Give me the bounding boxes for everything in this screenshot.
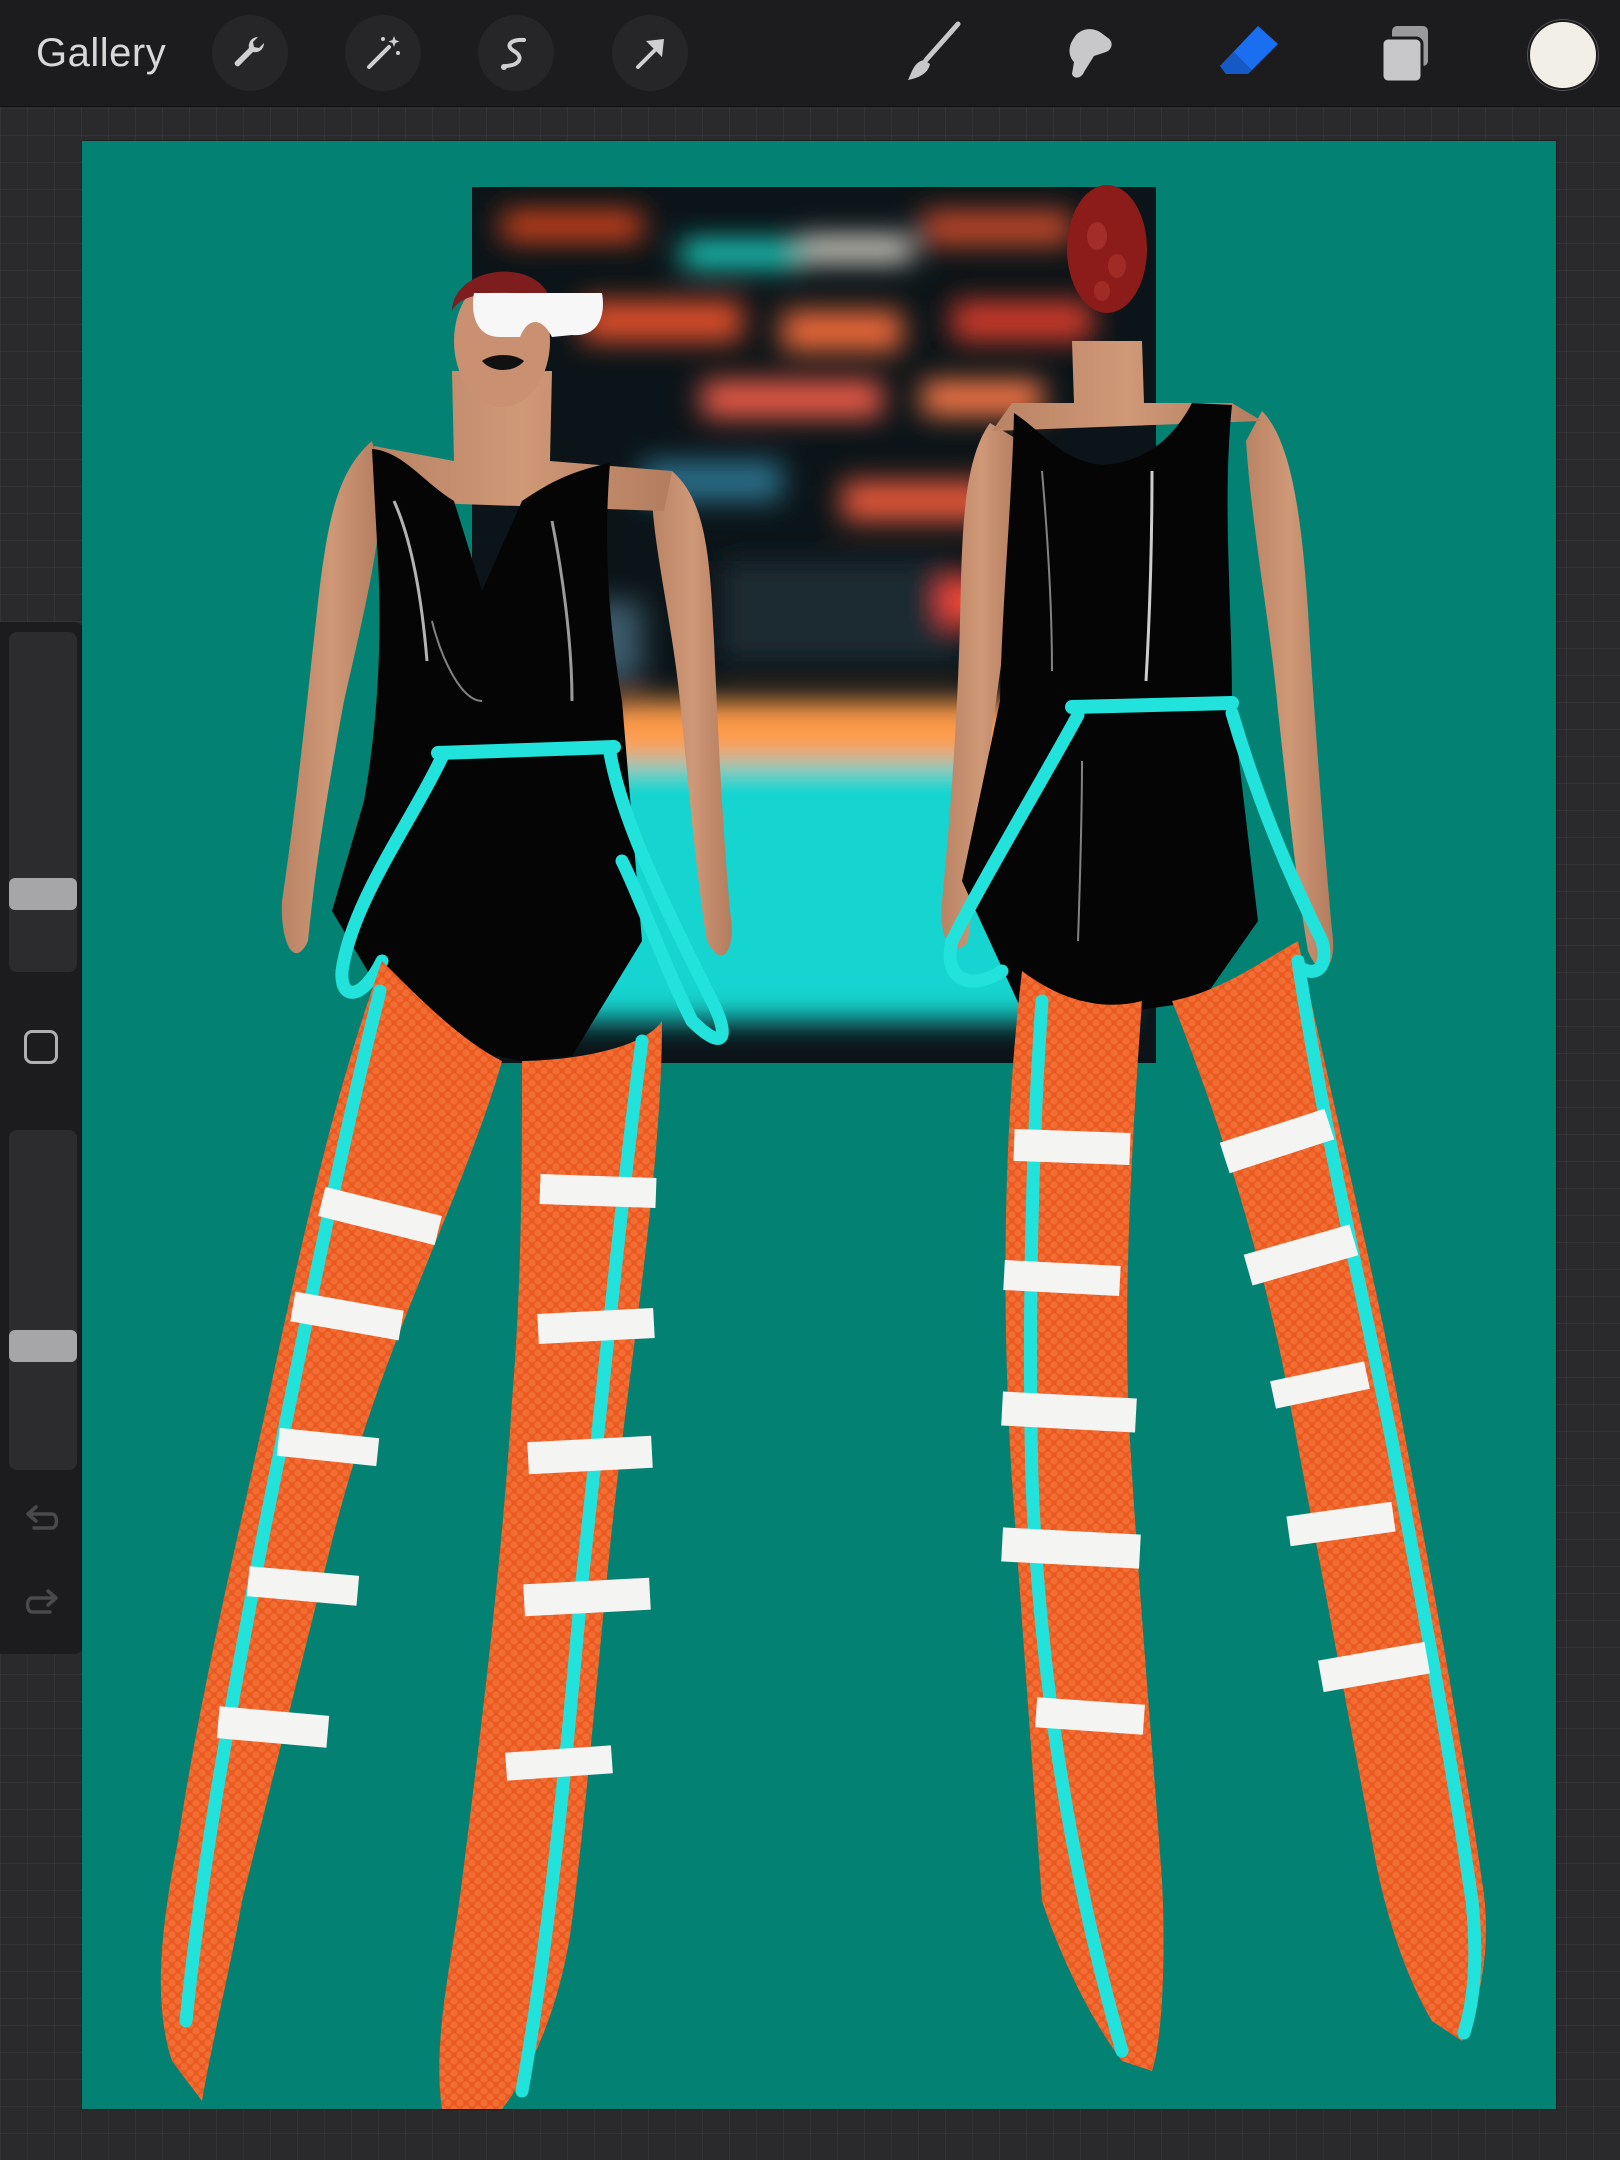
selection-icon [501,37,526,70]
selection-button[interactable] [478,15,554,91]
brush-size-slider[interactable] [9,632,77,972]
eraser-tool-button[interactable] [1210,14,1288,92]
brush-size-thumb[interactable] [9,878,77,910]
drawing-canvas[interactable] [82,141,1556,2109]
left-sidebar [0,622,84,1654]
smudge-tool-button[interactable] [1052,14,1130,92]
back-figure [941,185,1486,2071]
redo-icon[interactable] [20,1584,64,1624]
magic-wand-icon [367,36,400,69]
modify-button[interactable] [24,1030,58,1064]
opacity-thumb[interactable] [9,1330,77,1362]
undo-icon[interactable] [20,1500,64,1540]
artwork [160,185,1486,2109]
smudge-icon [1069,29,1112,78]
wrench-icon [234,36,265,67]
brush-tool-button[interactable] [896,14,974,92]
gallery-button[interactable]: Gallery [36,26,166,80]
layers-button[interactable] [1366,14,1444,92]
transform-button[interactable] [612,15,688,91]
transform-arrow-icon [636,39,664,69]
adjustments-button[interactable] [345,15,421,91]
opacity-slider[interactable] [9,1130,77,1470]
layers-icon [1380,26,1428,84]
color-picker-button[interactable] [1528,20,1598,90]
actions-button[interactable] [212,15,288,91]
top-toolbar: Gallery [0,0,1620,107]
brush-icon [908,21,961,80]
procreate-app: Gallery [0,0,1620,2160]
eraser-icon [1220,26,1278,74]
